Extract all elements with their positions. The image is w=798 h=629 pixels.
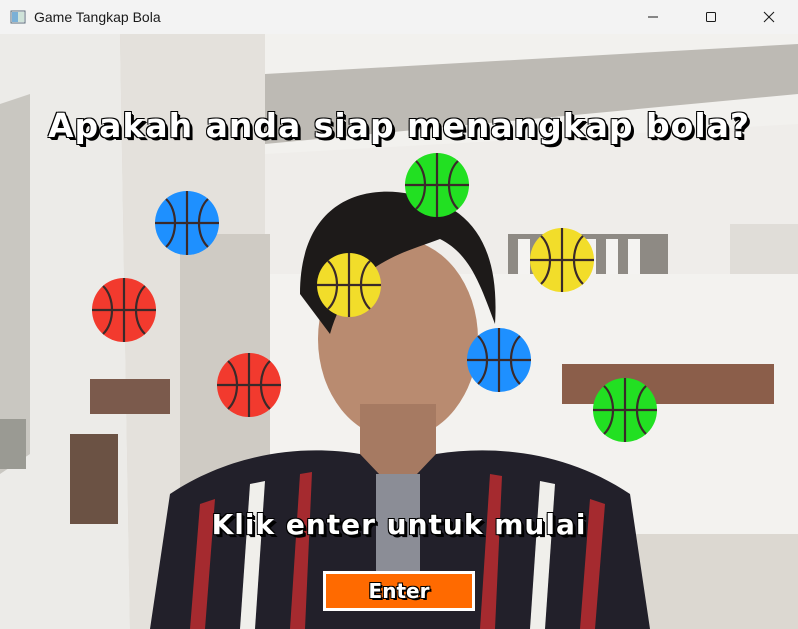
enter-button[interactable]: Enter	[323, 571, 475, 611]
instruction-text: Klik enter untuk mulai	[211, 508, 587, 541]
window-title: Game Tangkap Bola	[34, 9, 161, 25]
green-ball	[404, 152, 470, 218]
minimize-button[interactable]	[624, 0, 682, 34]
close-icon	[763, 8, 775, 27]
blue-ball	[466, 327, 532, 393]
title-bar[interactable]: Game Tangkap Bola	[0, 0, 798, 34]
maximize-icon	[705, 8, 717, 27]
red-ball	[91, 277, 157, 343]
app-icon	[10, 9, 26, 25]
caption-controls	[624, 0, 798, 34]
yellow-ball	[529, 227, 595, 293]
blue-ball	[154, 190, 220, 256]
game-window: Game Tangkap Bola Apakah anda siap menan…	[0, 0, 798, 629]
game-canvas[interactable]: Apakah anda siap menangkap bola? Klik en…	[0, 34, 798, 629]
close-button[interactable]	[740, 0, 798, 34]
enter-button-label: Enter	[368, 579, 430, 603]
green-ball	[592, 377, 658, 443]
headline-text: Apakah anda siap menangkap bola?	[47, 106, 751, 145]
minimize-icon	[647, 8, 659, 27]
red-ball	[216, 352, 282, 418]
maximize-button[interactable]	[682, 0, 740, 34]
yellow-ball	[316, 252, 382, 318]
